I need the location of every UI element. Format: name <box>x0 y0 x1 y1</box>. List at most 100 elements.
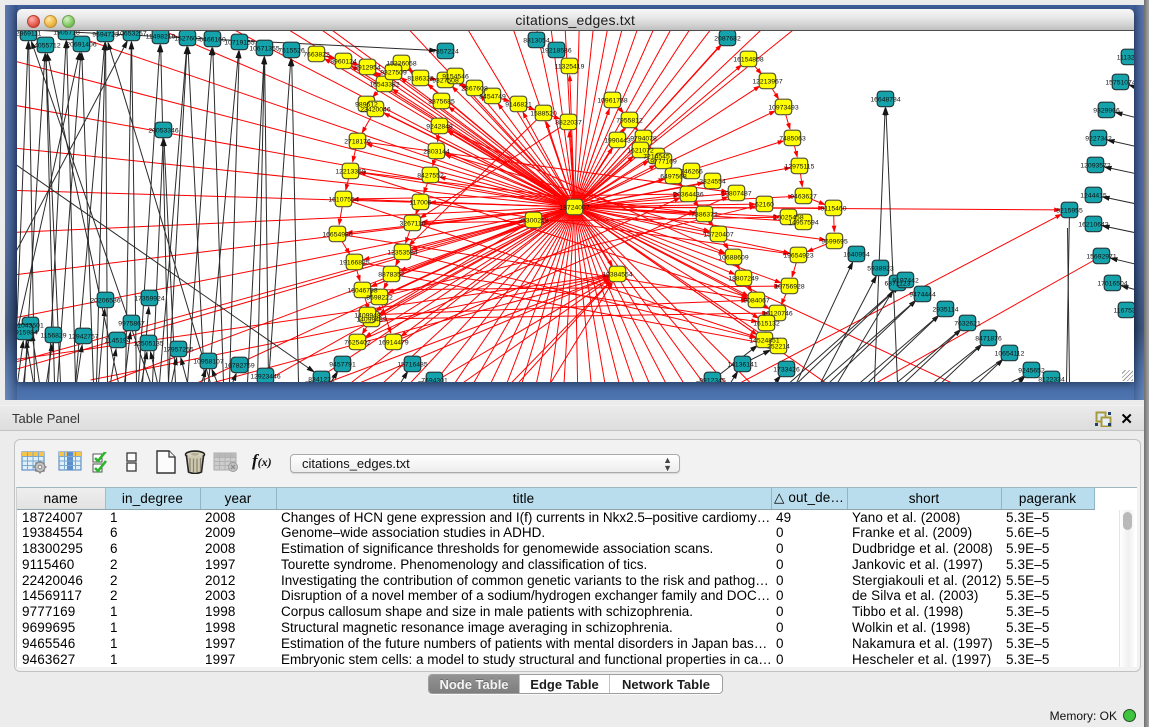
svg-text:9474444: 9474444 <box>909 292 936 299</box>
svg-text:2869111: 2869111 <box>17 31 41 38</box>
svg-text:16543382: 16543382 <box>369 82 399 89</box>
svg-text:1043501: 1043501 <box>17 323 44 330</box>
svg-text:2718176: 2718176 <box>344 139 371 146</box>
svg-text:1640954: 1640954 <box>843 252 870 259</box>
svg-text:17359924: 17359924 <box>134 296 164 303</box>
svg-text:12975115: 12975115 <box>784 164 814 171</box>
svg-text:14957594: 14957594 <box>788 220 818 227</box>
svg-text:7857224: 7857224 <box>432 49 459 56</box>
svg-text:9777169: 9777169 <box>650 159 677 166</box>
svg-text:20206536: 20206536 <box>90 298 120 305</box>
svg-text:16782759: 16782759 <box>224 363 254 370</box>
svg-text:7386372: 7386372 <box>691 212 718 219</box>
svg-text:17957255: 17957255 <box>163 347 193 354</box>
svg-text:20053346: 20053346 <box>148 128 178 135</box>
svg-text:3915984: 3915984 <box>17 330 38 337</box>
svg-text:8471876: 8471876 <box>975 336 1002 343</box>
svg-text:1156829: 1156829 <box>40 333 66 340</box>
svg-text:12353594: 12353594 <box>387 250 417 257</box>
svg-text:9327509: 9327509 <box>380 70 407 77</box>
svg-text:9227342: 9227342 <box>1085 136 1112 143</box>
svg-text:3824554: 3824554 <box>699 179 726 186</box>
svg-text:9794078: 9794078 <box>630 136 657 143</box>
svg-text:1588520: 1588520 <box>530 111 557 118</box>
svg-text:2087682: 2087682 <box>714 36 741 43</box>
svg-text:9699695: 9699695 <box>821 239 848 246</box>
svg-text:25300213: 25300213 <box>518 218 548 225</box>
svg-text:19166825: 19166825 <box>339 260 369 267</box>
svg-text:1244415: 1244415 <box>1080 193 1107 200</box>
svg-text:9084067: 9084067 <box>743 298 770 305</box>
svg-text:1113254: 1113254 <box>1116 55 1134 62</box>
svg-text:18807249: 18807249 <box>728 276 758 283</box>
svg-text:14055712: 14055712 <box>30 43 60 50</box>
svg-text:9146821: 9146821 <box>505 102 532 109</box>
svg-text:8186328: 8186328 <box>407 76 434 83</box>
svg-text:1145194: 1145194 <box>104 338 130 345</box>
svg-text:5938923: 5938923 <box>867 266 894 273</box>
svg-text:9694723: 9694723 <box>92 32 119 39</box>
svg-text:252214: 252214 <box>767 344 790 351</box>
svg-text:8813054: 8813054 <box>523 38 550 45</box>
svg-text:11498219: 11498219 <box>145 34 175 41</box>
svg-text:8454749: 8454749 <box>479 94 506 101</box>
svg-text:7663822: 7663822 <box>303 52 330 59</box>
svg-text:11325419: 11325419 <box>554 64 584 71</box>
svg-text:9463627: 9463627 <box>790 194 817 201</box>
svg-text:19384554: 19384554 <box>602 272 632 279</box>
svg-text:7955812: 7955812 <box>616 118 643 125</box>
svg-text:10961758: 10961758 <box>597 98 627 105</box>
svg-text:8215955: 8215955 <box>1056 208 1083 215</box>
svg-text:14136141: 14136141 <box>727 362 757 369</box>
svg-text:1990443: 1990443 <box>604 138 631 145</box>
svg-text:6466160: 6466160 <box>199 37 226 44</box>
svg-text:117006: 117006 <box>409 200 431 207</box>
svg-text:7625402: 7625402 <box>344 340 371 347</box>
svg-text:20691406: 20691406 <box>66 42 96 49</box>
svg-text:9242848: 9242848 <box>426 124 453 131</box>
svg-text:10653257: 10653257 <box>116 31 146 38</box>
svg-text:9115460: 9115460 <box>820 206 846 213</box>
svg-text:23420046: 23420046 <box>360 107 390 114</box>
svg-text:3267110: 3267110 <box>399 221 425 228</box>
svg-text:10654112: 10654112 <box>994 351 1024 358</box>
svg-text:15716485: 15716485 <box>397 362 427 369</box>
svg-text:7515526: 7515526 <box>278 48 305 55</box>
svg-text:9245652: 9245652 <box>1018 368 1045 375</box>
svg-text:16914479: 16914479 <box>378 340 408 347</box>
svg-text:15720407: 15720407 <box>703 232 733 239</box>
svg-text:10807487: 10807487 <box>721 191 751 198</box>
svg-text:1905718: 1905718 <box>53 31 80 37</box>
svg-text:9154546: 9154546 <box>442 74 469 81</box>
svg-text:12093572: 12093572 <box>1080 163 1110 170</box>
svg-text:16210643: 16210643 <box>1078 222 1108 229</box>
svg-text:16154808: 16154808 <box>733 57 763 64</box>
svg-text:1615132: 1615132 <box>753 321 780 328</box>
svg-text:10958107: 10958107 <box>193 359 223 366</box>
svg-text:7694301: 7694301 <box>421 378 448 382</box>
svg-text:10688609: 10688609 <box>718 255 748 262</box>
svg-text:19654923: 19654923 <box>783 253 813 260</box>
svg-text:8878352: 8878352 <box>378 272 405 279</box>
svg-text:8912954: 8912954 <box>354 65 381 72</box>
svg-text:12942757: 12942757 <box>68 334 98 341</box>
svg-text:1527602: 1527602 <box>174 36 201 43</box>
svg-text:2935114: 2935114 <box>932 307 958 314</box>
svg-text:746266: 746266 <box>680 169 703 176</box>
svg-text:16654986: 16654986 <box>322 232 352 239</box>
svg-text:8122334: 8122334 <box>1038 377 1065 382</box>
svg-text:10756928: 10756928 <box>774 284 804 291</box>
svg-text:10671355: 10671355 <box>249 46 279 53</box>
svg-text:1409948: 1409948 <box>354 313 381 320</box>
svg-text:3375685: 3375685 <box>428 99 455 106</box>
svg-text:15226058: 15226058 <box>386 61 416 68</box>
svg-text:16120746: 16120746 <box>762 311 792 318</box>
svg-text:10973493: 10973493 <box>768 105 798 112</box>
svg-text:9975867: 9975867 <box>118 321 145 328</box>
svg-text:62160: 62160 <box>755 202 774 209</box>
svg-text:12505135: 12505135 <box>133 341 163 348</box>
svg-text:16648784: 16648784 <box>870 97 900 104</box>
svg-text:7632621: 7632621 <box>954 321 981 328</box>
svg-text:15751074: 15751074 <box>1105 80 1134 87</box>
svg-text:15692971: 15692971 <box>1086 254 1116 261</box>
